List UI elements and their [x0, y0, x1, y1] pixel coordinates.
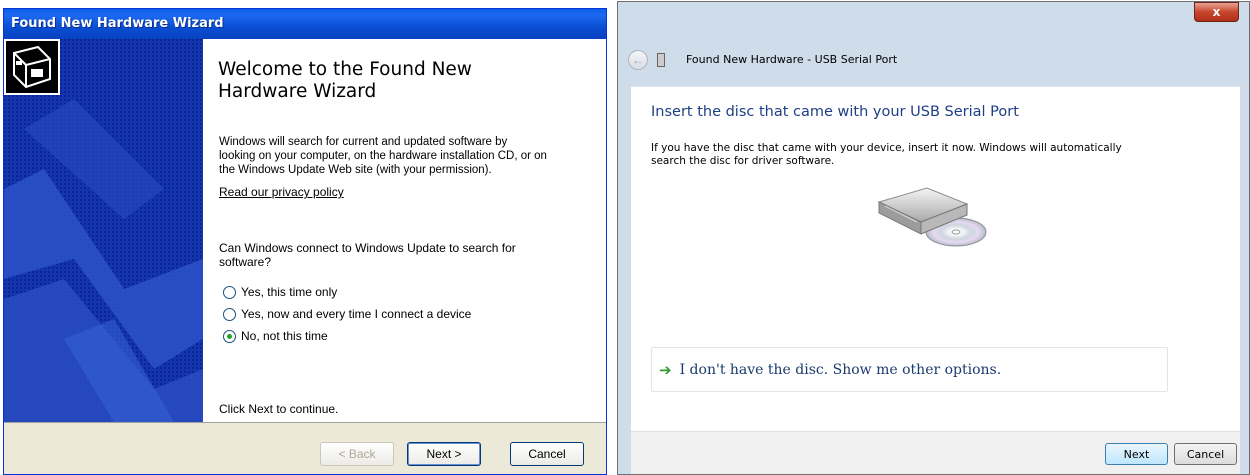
heading-line: Welcome to the Found New — [218, 59, 472, 80]
intro-line: Windows will search for current and upda… — [219, 136, 508, 148]
vista-hardware-wizard-window: x ← Found New Hardware - USB Serial Port… — [617, 1, 1250, 475]
xp-intro-text: Windows will search for current and upda… — [219, 135, 547, 177]
question-line: software? — [219, 255, 272, 269]
question-line: Can Windows connect to Windows Update to… — [219, 241, 516, 255]
xp-continue-text: Click Next to continue. — [219, 402, 339, 416]
body-line: search the disc for driver software. — [651, 155, 835, 167]
vista-button-bar: Next Cancel — [631, 431, 1240, 474]
xp-next-button[interactable]: Next > — [407, 442, 481, 466]
radio-yes-every-time[interactable]: Yes, now and every time I connect a devi… — [223, 306, 471, 322]
privacy-policy-link[interactable]: Read our privacy policy — [219, 185, 344, 199]
green-arrow-icon: ➔ — [659, 360, 672, 379]
radio-yes-this-time[interactable]: Yes, this time only — [223, 284, 337, 300]
vista-next-button[interactable]: Next — [1105, 443, 1168, 465]
xp-hardware-wizard-window: Found New Hardware Wizard Welcome to the… — [3, 8, 607, 475]
hardware-card-icon — [4, 39, 60, 95]
xp-wizard-side-panel — [4, 39, 203, 422]
close-icon[interactable]: x — [1194, 2, 1239, 22]
radio-label: No, not this time — [241, 329, 328, 343]
vista-window-title: Found New Hardware - USB Serial Port — [686, 53, 898, 66]
xp-title-bar[interactable]: Found New Hardware Wizard — [4, 9, 606, 39]
radio-label: Yes, this time only — [241, 285, 338, 299]
command-link-label: I don't have the disc. Show me other opt… — [679, 361, 1002, 378]
vista-body-text: If you have the disc that came with your… — [651, 142, 1171, 168]
usb-device-icon — [657, 53, 665, 67]
xp-window-title: Found New Hardware Wizard — [11, 16, 224, 31]
xp-button-bar: < Back Next > Cancel — [4, 422, 606, 474]
vista-cancel-button[interactable]: Cancel — [1174, 443, 1237, 465]
xp-cancel-button[interactable]: Cancel — [510, 442, 584, 466]
back-arrow-icon[interactable]: ← — [628, 50, 648, 70]
radio-circle[interactable] — [223, 307, 236, 321]
intro-line: looking on your computer, on the hardwar… — [219, 150, 547, 162]
radio-no-not-this-time[interactable]: No, not this time — [223, 328, 328, 344]
heading-line: Hardware Wizard — [218, 81, 377, 102]
xp-side-panel-graphic — [4, 39, 203, 422]
intro-line: the Windows Update Web site (with your p… — [219, 164, 492, 176]
body-line: If you have the disc that came with your… — [651, 142, 1122, 154]
xp-wizard-heading: Welcome to the Found New Hardware Wizard — [218, 59, 578, 103]
radio-circle[interactable] — [223, 285, 236, 299]
vista-main-instruction: Insert the disc that came with your USB … — [651, 104, 1019, 120]
radio-circle-selected[interactable] — [223, 329, 236, 343]
xp-update-question: Can Windows connect to Windows Update to… — [219, 241, 516, 269]
disc-drive-icon — [877, 187, 987, 247]
xp-wizard-content: Welcome to the Found New Hardware Wizard… — [203, 39, 606, 422]
xp-back-button[interactable]: < Back — [320, 442, 394, 466]
no-disc-other-options-link[interactable]: ➔ I don't have the disc. Show me other o… — [651, 347, 1168, 392]
vista-wizard-page: Insert the disc that came with your USB … — [631, 86, 1240, 431]
radio-label: Yes, now and every time I connect a devi… — [241, 307, 472, 321]
